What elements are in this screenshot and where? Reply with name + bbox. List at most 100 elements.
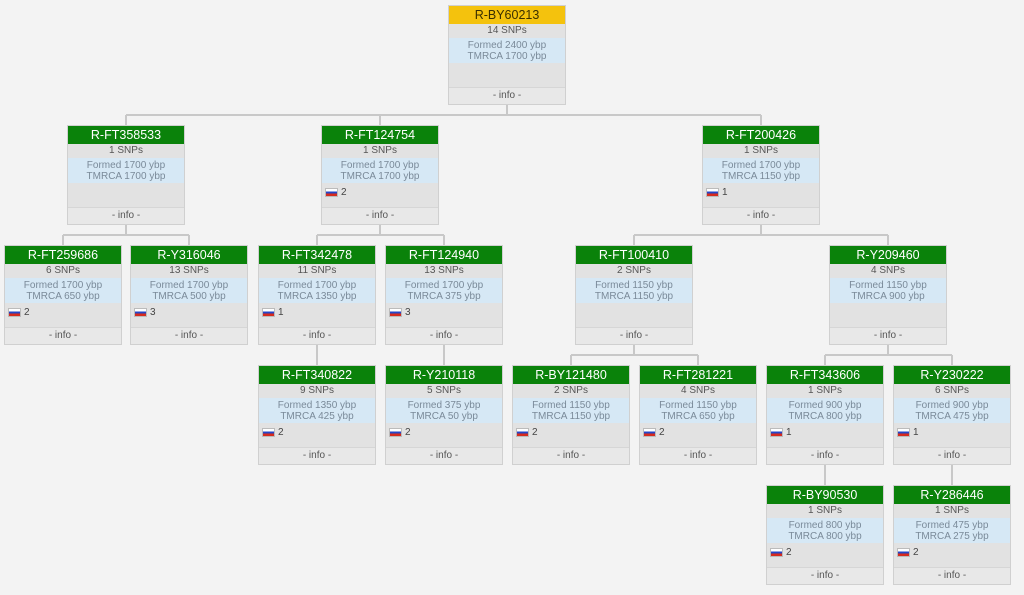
info-link[interactable]: - info - <box>767 567 883 584</box>
tree-node[interactable]: R-BY90530 1 SNPs Formed 800 ybp TMRCA 800 y… <box>766 485 884 585</box>
tree-node[interactable]: R-FT343606 1 SNPs Formed 900 ybp TMRCA 800 … <box>766 365 884 465</box>
info-link[interactable]: - info - <box>576 327 692 344</box>
node-title[interactable]: R-FT124940 <box>386 246 502 264</box>
tmrca-date: TMRCA 1150 ybp <box>531 411 611 422</box>
node-title[interactable]: R-FT100410 <box>576 246 692 264</box>
tree-node[interactable]: R-FT358533 1 SNPs Formed 1700 ybp TMRCA 170… <box>67 125 185 225</box>
node-title[interactable]: R-FT124754 <box>322 126 438 144</box>
node-dates: Formed 1150 ybp TMRCA 900 ybp <box>830 278 946 303</box>
info-link[interactable]: - info - <box>322 207 438 224</box>
node-title[interactable]: R-FT342478 <box>259 246 375 264</box>
country-count: 2 <box>405 427 411 438</box>
node-country: 2 <box>5 303 121 320</box>
node-title[interactable]: R-Y316046 <box>131 246 247 264</box>
tree-node[interactable]: R-Y230222 6 SNPs Formed 900 ybp TMRCA 475 y… <box>893 365 1011 465</box>
tree-node[interactable]: R-FT100410 2 SNPs Formed 1150 ybp TMRCA 115… <box>575 245 693 345</box>
node-title[interactable]: R-Y230222 <box>894 366 1010 384</box>
country-count: 2 <box>786 547 792 558</box>
info-link[interactable]: - info - <box>703 207 819 224</box>
formed-date: Formed 800 ybp <box>788 520 862 531</box>
info-link[interactable]: - info - <box>386 327 502 344</box>
node-title[interactable]: R-FT343606 <box>767 366 883 384</box>
info-link[interactable]: - info - <box>131 327 247 344</box>
node-dates: Formed 1700 ybp TMRCA 1700 ybp <box>322 158 438 183</box>
tmrca-date: TMRCA 1700 ybp <box>467 51 547 62</box>
node-title[interactable]: R-BY121480 <box>513 366 629 384</box>
snp-count: 9 SNPs <box>259 384 375 398</box>
node-dates: Formed 2400 ybp TMRCA 1700 ybp <box>449 38 565 63</box>
node-dates: Formed 1700 ybp TMRCA 500 ybp <box>131 278 247 303</box>
info-link[interactable]: - info - <box>5 327 121 344</box>
node-country <box>830 303 946 320</box>
tree-node[interactable]: R-Y209460 4 SNPs Formed 1150 ybp TMRCA 900 … <box>829 245 947 345</box>
tree-node[interactable]: R-Y286446 1 SNPs Formed 475 ybp TMRCA 275 y… <box>893 485 1011 585</box>
info-link[interactable]: - info - <box>894 567 1010 584</box>
snp-count: 1 SNPs <box>767 384 883 398</box>
node-title[interactable]: R-FT358533 <box>68 126 184 144</box>
node-country: 3 <box>386 303 502 320</box>
tree-node[interactable]: R-Y316046 13 SNPs Formed 1700 ybp TMRCA 500… <box>130 245 248 345</box>
node-country: 2 <box>259 423 375 440</box>
node-dates: Formed 1150 ybp TMRCA 650 ybp <box>640 398 756 423</box>
country-count: 1 <box>722 187 728 198</box>
node-title[interactable]: R-FT259686 <box>5 246 121 264</box>
formed-date: Formed 1350 ybp <box>277 400 357 411</box>
formed-date: Formed 475 ybp <box>915 520 989 531</box>
tree-node[interactable]: R-FT124754 1 SNPs Formed 1700 ybp TMRCA 170… <box>321 125 439 225</box>
info-link[interactable]: - info - <box>767 447 883 464</box>
node-title[interactable]: R-Y209460 <box>830 246 946 264</box>
tree-node[interactable]: R-FT342478 11 SNPs Formed 1700 ybp TMRCA 13… <box>258 245 376 345</box>
info-link[interactable]: - info - <box>513 447 629 464</box>
tree-node[interactable]: R-FT200426 1 SNPs Formed 1700 ybp TMRCA 115… <box>702 125 820 225</box>
country-count: 3 <box>150 307 156 318</box>
formed-date: Formed 900 ybp <box>915 400 989 411</box>
russia-flag-icon <box>643 428 656 437</box>
info-link[interactable]: - info - <box>640 447 756 464</box>
tree-node[interactable]: R-BY121480 2 SNPs Formed 1150 ybp TMRCA 115… <box>512 365 630 465</box>
tree-node[interactable]: R-BY60213 14 SNPs Formed 2400 ybp TMRCA 170… <box>448 5 566 105</box>
node-title[interactable]: R-BY60213 <box>449 6 565 24</box>
tmrca-date: TMRCA 650 ybp <box>661 411 735 422</box>
node-title[interactable]: R-FT340822 <box>259 366 375 384</box>
info-link[interactable]: - info - <box>259 447 375 464</box>
tree-node[interactable]: R-FT124940 13 SNPs Formed 1700 ybp TMRCA 37… <box>385 245 503 345</box>
formed-date: Formed 1150 ybp <box>595 280 673 291</box>
tree-node[interactable]: R-Y210118 5 SNPs Formed 375 ybp TMRCA 50 yb… <box>385 365 503 465</box>
russia-flag-icon <box>325 188 338 197</box>
formed-date: Formed 1700 ybp <box>23 280 103 291</box>
tmrca-date: TMRCA 800 ybp <box>788 411 862 422</box>
node-title[interactable]: R-FT200426 <box>703 126 819 144</box>
node-dates: Formed 475 ybp TMRCA 275 ybp <box>894 518 1010 543</box>
node-title[interactable]: R-Y210118 <box>386 366 502 384</box>
snp-count: 14 SNPs <box>449 24 565 38</box>
node-country: 1 <box>259 303 375 320</box>
info-link[interactable]: - info - <box>830 327 946 344</box>
tmrca-date: TMRCA 275 ybp <box>915 531 989 542</box>
node-title[interactable]: R-FT281221 <box>640 366 756 384</box>
info-link[interactable]: - info - <box>386 447 502 464</box>
formed-date: Formed 1150 ybp <box>532 400 610 411</box>
info-link[interactable]: - info - <box>894 447 1010 464</box>
node-dates: Formed 1700 ybp TMRCA 1350 ybp <box>259 278 375 303</box>
tree-node[interactable]: R-FT340822 9 SNPs Formed 1350 ybp TMRCA 425… <box>258 365 376 465</box>
tree-node[interactable]: R-FT281221 4 SNPs Formed 1150 ybp TMRCA 650… <box>639 365 757 465</box>
node-country: 1 <box>894 423 1010 440</box>
tmrca-date: TMRCA 425 ybp <box>280 411 354 422</box>
snp-count: 2 SNPs <box>513 384 629 398</box>
node-country: 1 <box>767 423 883 440</box>
info-link[interactable]: - info - <box>259 327 375 344</box>
node-title[interactable]: R-Y286446 <box>894 486 1010 504</box>
country-count: 2 <box>278 427 284 438</box>
formed-date: Formed 375 ybp <box>407 400 481 411</box>
tmrca-date: TMRCA 800 ybp <box>788 531 862 542</box>
node-country: 2 <box>894 543 1010 560</box>
node-dates: Formed 1150 ybp TMRCA 1150 ybp <box>576 278 692 303</box>
node-title[interactable]: R-BY90530 <box>767 486 883 504</box>
formed-date: Formed 900 ybp <box>788 400 862 411</box>
info-link[interactable]: - info - <box>449 87 565 104</box>
tmrca-date: TMRCA 475 ybp <box>915 411 989 422</box>
tmrca-date: TMRCA 50 ybp <box>410 411 478 422</box>
tree-node[interactable]: R-FT259686 6 SNPs Formed 1700 ybp TMRCA 650… <box>4 245 122 345</box>
info-link[interactable]: - info - <box>68 207 184 224</box>
formed-date: Formed 1700 ybp <box>721 160 801 171</box>
